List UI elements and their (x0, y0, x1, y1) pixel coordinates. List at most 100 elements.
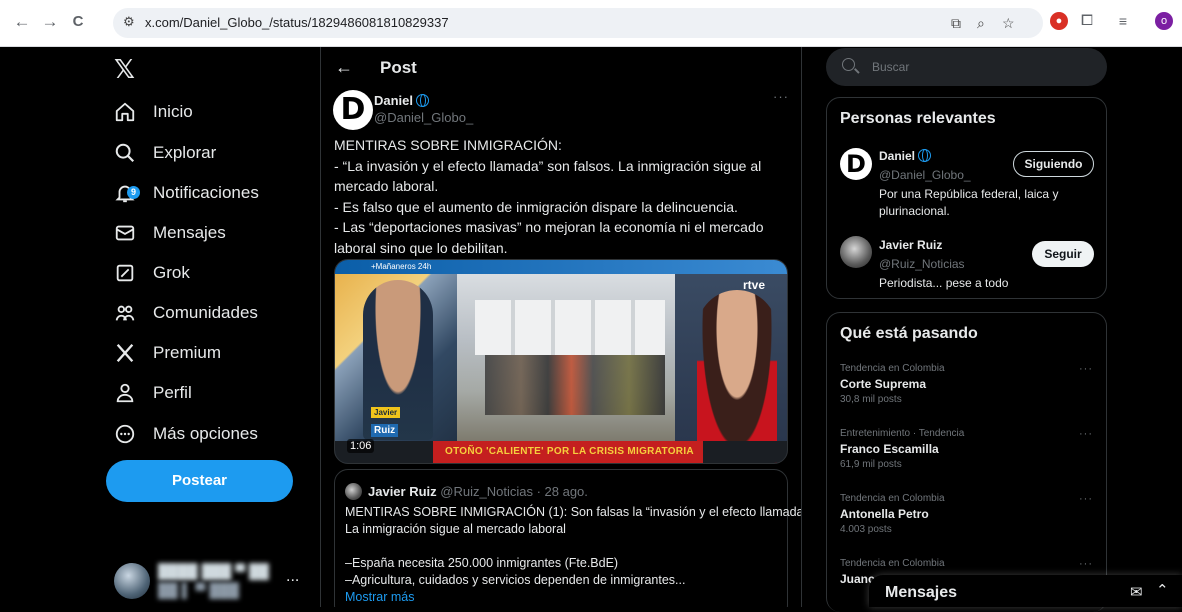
messages-drawer-title: Mensajes (885, 584, 958, 601)
account-switcher[interactable]: ████ ███ ▀ ██ ██ ▌ ▀ ███ ... (114, 560, 314, 604)
trend-item[interactable]: Tendencia en Colombia Antonella Petro 4.… (840, 493, 1100, 535)
author-name[interactable]: Daniel (374, 93, 413, 108)
person-name[interactable]: Javier Ruiz (879, 238, 942, 252)
quote-author: Javier Ruiz (368, 484, 437, 499)
profile-avatar-icon[interactable]: o (1155, 12, 1173, 30)
trend-category: Tendencia en Colombia (840, 493, 945, 504)
people-icon (112, 300, 138, 326)
notification-badge: 9 (127, 186, 140, 199)
show-more-link[interactable]: Mostrar más (345, 589, 785, 606)
video-tents (475, 300, 665, 355)
person-name[interactable]: Daniel (879, 149, 915, 163)
trend-more-icon[interactable]: ··· (1079, 558, 1093, 570)
author-avatar[interactable]: D (333, 90, 373, 130)
person-name-row[interactable]: Daniel (879, 149, 932, 163)
video-topbar-text: +Mañaneros 24h (371, 262, 432, 271)
person-bio: Periodista... pese a todo (879, 275, 1079, 292)
nav-home[interactable]: Inicio (112, 92, 193, 132)
nav-grok[interactable]: Grok (112, 253, 190, 293)
nav-label-explorar: Explorar (153, 143, 217, 162)
post-line: mercado laboral. (334, 178, 439, 194)
person-avatar[interactable]: D (840, 148, 872, 180)
author-handle[interactable]: @Daniel_Globo_ (374, 110, 473, 125)
bell-icon: 9 (112, 180, 140, 206)
nav-label-mensajes: Mensajes (153, 223, 226, 242)
main-column: ← Post D Daniel @Daniel_Globo_ ··· MENTI… (320, 47, 802, 607)
video-crowd (485, 355, 665, 415)
author-name-row[interactable]: Daniel (374, 93, 430, 108)
nav-label-perfil: Perfil (153, 383, 192, 402)
reading-list-icon[interactable]: ≡ (1114, 12, 1132, 30)
trend-more-icon[interactable]: ··· (1079, 363, 1093, 375)
post-more-icon[interactable]: ··· (773, 89, 789, 104)
quote-line: –España necesita 250.000 inmigrantes (Ft… (345, 556, 619, 570)
video-player[interactable]: +Mañaneros 24h rtve Javier Ruiz Periodis… (334, 259, 788, 464)
extension-icon[interactable]: ● (1050, 12, 1068, 30)
trend-count: 61,9 mil posts (840, 459, 902, 470)
trend-category: Tendencia en Colombia (840, 363, 945, 374)
video-nameplate: Javier Ruiz Periodista (371, 402, 419, 454)
search-icon (112, 140, 138, 166)
nav-profile[interactable]: Perfil (112, 373, 192, 413)
address-bar[interactable]: ⚙ x.com/Daniel_Globo_/status/18294860818… (113, 8, 1043, 38)
nav-label-inicio: Inicio (153, 102, 193, 121)
nav-communities[interactable]: Comunidades (112, 293, 258, 333)
nav-label-mas-opciones: Más opciones (153, 424, 258, 443)
extensions-puzzle-icon[interactable]: ⧠ (1078, 12, 1096, 30)
quote-body: MENTIRAS SOBRE INMIGRACIÓN (1): Son fals… (345, 504, 801, 606)
nav-explore[interactable]: Explorar (112, 133, 216, 173)
back-icon[interactable]: ← (10, 10, 34, 34)
mail-icon (112, 220, 138, 246)
quoted-post[interactable]: Javier Ruiz @Ruiz_Noticias · 28 ago. MEN… (334, 469, 801, 607)
forward-icon[interactable]: → (38, 10, 62, 34)
post-button[interactable]: Postear (106, 460, 293, 502)
trend-more-icon[interactable]: ··· (1079, 493, 1093, 505)
person-bio: Por una República federal, laica y pluri… (879, 186, 1079, 220)
trends-card: Qué está pasando Tendencia en Colombia C… (826, 312, 1107, 612)
cast-icon[interactable]: ⧉ (951, 15, 961, 32)
trend-count: 30,8 mil posts (840, 394, 902, 405)
person-avatar[interactable] (840, 236, 872, 268)
site-settings-icon[interactable]: ⚙ (123, 14, 135, 30)
avatar (114, 563, 150, 599)
left-sidebar: 𝕏 Inicio Explorar 9 Notificaciones Mensa… (0, 47, 320, 607)
url-text[interactable]: x.com/Daniel_Globo_/status/1829486081810… (145, 15, 449, 30)
nav-messages[interactable]: Mensajes (112, 213, 226, 253)
back-arrow-icon[interactable]: ← (335, 57, 353, 78)
video-topbar: +Mañaneros 24h (335, 260, 787, 274)
nav-premium[interactable]: Premium (112, 333, 221, 373)
trend-item[interactable]: Entretenimiento · Tendencia Franco Escam… (840, 428, 1100, 470)
nav-more-options[interactable]: Más opciones (112, 414, 258, 454)
nav-notifications[interactable]: 9 Notificaciones (112, 173, 259, 213)
quote-date: · 28 ago. (536, 484, 588, 499)
browser-toolbar: ← → C ⚙ x.com/Daniel_Globo_/status/18294… (0, 0, 1182, 47)
trend-name: Antonella Petro (840, 507, 929, 521)
x-icon (112, 340, 138, 366)
x-logo-icon[interactable]: 𝕏 (114, 55, 135, 85)
rtve-logo: rtve (743, 278, 766, 292)
quote-header: Javier Ruiz @Ruiz_Noticias · 28 ago. (368, 484, 588, 499)
following-button[interactable]: Siguiendo (1013, 151, 1094, 177)
search-input[interactable]: Buscar (826, 48, 1107, 86)
trends-title: Qué está pasando (840, 325, 978, 342)
trend-more-icon[interactable]: ··· (1079, 428, 1093, 440)
person-handle[interactable]: @Ruiz_Noticias (879, 257, 965, 271)
trend-name: Franco Escamilla (840, 442, 939, 456)
nav-label-comunidades: Comunidades (153, 303, 258, 322)
bookmark-star-icon[interactable]: ☆ (1002, 15, 1015, 32)
home-icon (112, 99, 138, 125)
bio-line: Por una República federal, laica y (879, 187, 1059, 201)
reload-icon[interactable]: C (66, 10, 90, 34)
expand-icon[interactable]: ⌃ (1156, 581, 1169, 599)
post-line: - Es falso que el aumento de inmigración… (334, 198, 738, 215)
follow-button[interactable]: Seguir (1032, 241, 1094, 267)
person-handle[interactable]: @Daniel_Globo_ (879, 168, 971, 182)
trend-item[interactable]: Tendencia en Colombia Corte Suprema 30,8… (840, 363, 1100, 405)
new-message-icon[interactable]: ✉ (1130, 583, 1143, 601)
globe-badge-icon (416, 94, 430, 107)
trend-category: Tendencia en Colombia (840, 558, 945, 569)
grok-icon (112, 260, 138, 286)
account-more-icon[interactable]: ... (286, 568, 299, 586)
messages-drawer[interactable]: Mensajes ✉ ⌃ (869, 575, 1182, 607)
zoom-icon[interactable]: ⌕ (977, 15, 985, 32)
